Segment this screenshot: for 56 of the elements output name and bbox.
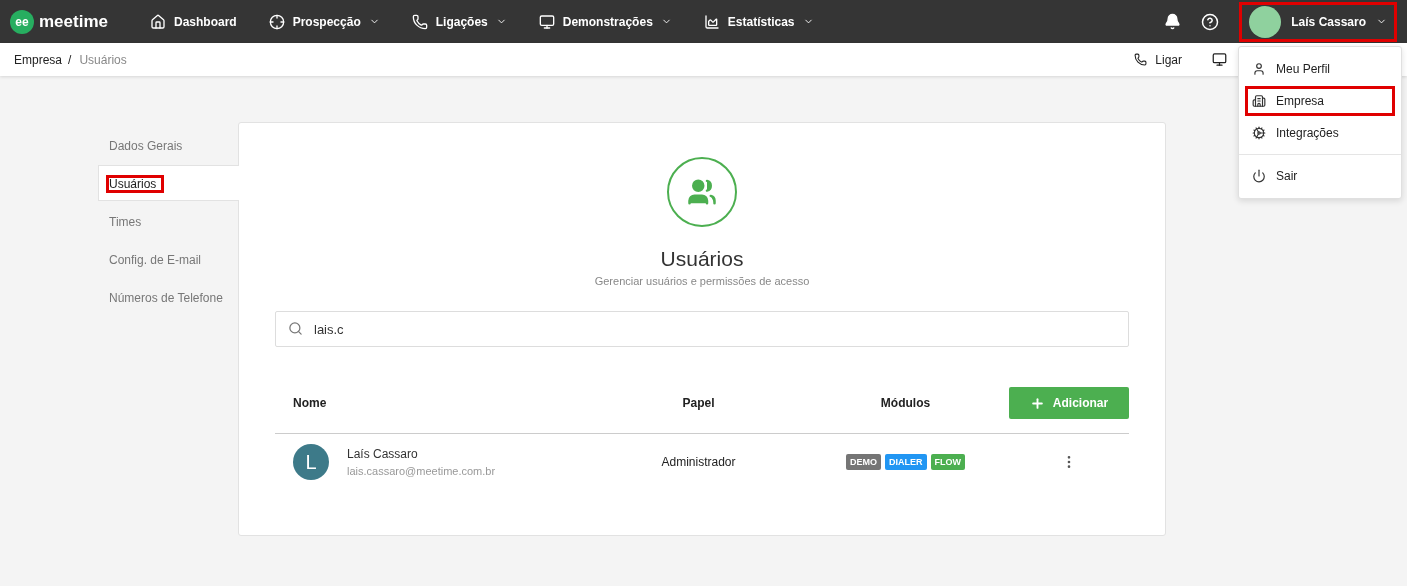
tab-label: Usuários [106,175,165,193]
monitor-icon[interactable] [1212,52,1227,67]
chart-icon [703,13,720,30]
quick-action[interactable]: Ligar [1134,52,1182,67]
nav-item[interactable]: Estatísticas [703,13,814,30]
nav-item[interactable]: Demonstrações [538,13,672,30]
gears-icon [1252,126,1266,140]
breadcrumb-item[interactable]: Empresa [14,52,63,67]
brand-name: meetime [39,11,108,32]
search-icon [288,321,303,336]
module-tag: DEMO [846,454,881,470]
column-header: Papel [681,396,716,410]
nav-item[interactable]: Ligações [411,13,507,30]
tab-label: Números de Telefone [108,290,224,307]
breadcrumb-item: Usuários [79,52,127,67]
nav-item[interactable]: Prospecção [268,13,380,30]
user-name: Laís Cassaro [347,447,419,461]
user-avatar: L [293,444,329,480]
bell-icon[interactable] [1164,13,1182,30]
menu-item[interactable]: Empresa [1245,86,1395,116]
plus-icon [1029,395,1045,411]
column-header: Módulos [879,396,932,410]
column-header: Nome [292,396,328,410]
home-icon [150,13,166,30]
avatar [1249,5,1282,38]
module-tag: DIALER [885,454,927,470]
menu-item[interactable]: Meu Perfil [1245,54,1395,84]
module-tag: FLOW [930,454,965,470]
users-icon [687,177,717,207]
logo-mark: ee [10,9,34,34]
phone-icon [411,13,428,30]
help-icon[interactable] [1201,12,1220,31]
breadcrumb-separator: / [68,52,72,67]
nav-item[interactable]: Dashboard [150,13,237,30]
sidebar-tab[interactable]: Usuários [98,165,239,201]
page-title: Usuários [660,247,744,271]
building-icon [1252,94,1266,108]
search-field[interactable]: lais.c [275,311,1129,347]
tab-label: Dados Gerais [108,138,184,155]
user-icon [1252,62,1266,76]
user-menu-button[interactable]: Laís Cassaro [1239,1,1397,42]
sidebar-tab[interactable]: Dados Gerais [98,127,239,163]
tab-label: Config. de E-mail [108,252,203,269]
phone-icon [1134,53,1148,66]
sidebar-tab[interactable]: Config. de E-mail [98,241,239,277]
user-email: lais.cassaro@meetime.com.br [347,465,496,477]
tab-label: Times [108,214,143,231]
monitor-icon [538,13,555,30]
menu-item[interactable]: Sair [1245,161,1395,191]
user-role: Administrador [660,455,737,469]
sidebar-tab[interactable]: Times [98,203,239,239]
crosshair-icon [268,13,285,30]
sidebar-tab[interactable]: Números de Telefone [98,279,239,315]
page-subtitle: Gerenciar usuários e permissões de acesso [594,275,810,287]
power-icon [1252,169,1266,183]
menu-item[interactable]: Integrações [1245,118,1395,148]
